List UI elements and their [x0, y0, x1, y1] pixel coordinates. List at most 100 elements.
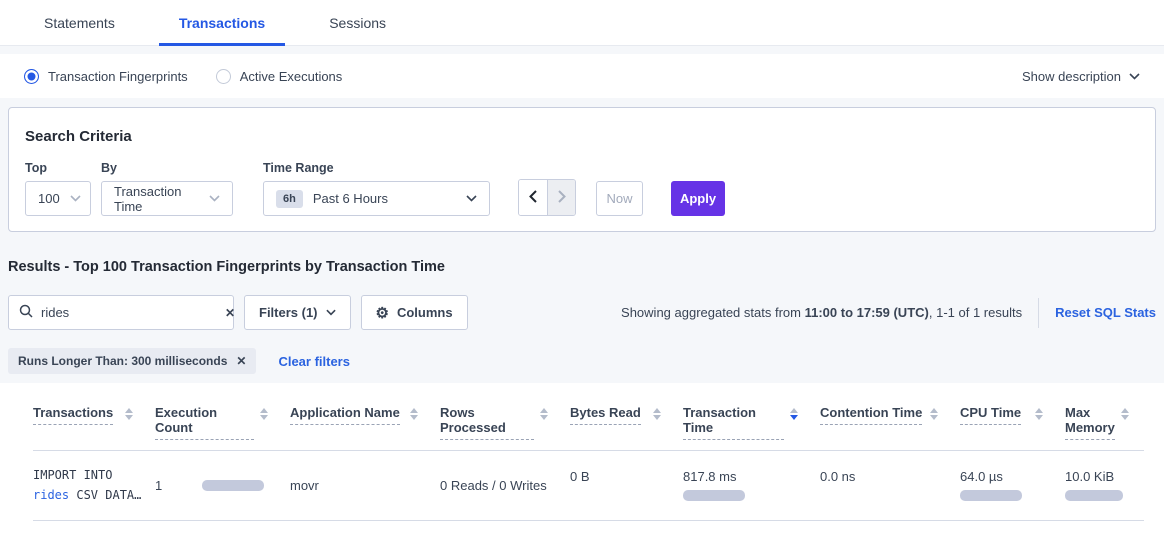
sort-desc-active-icon [790, 408, 798, 420]
sql-line1: IMPORT INTO [33, 468, 112, 482]
top-label: Top [25, 161, 91, 175]
top-select-value: 100 [38, 191, 60, 206]
top-tab-bar: Statements Transactions Sessions [0, 0, 1164, 46]
by-label: By [101, 161, 233, 175]
columns-button[interactable]: ⚙ Columns [361, 295, 468, 330]
by-select-value: Transaction Time [114, 184, 199, 214]
time-range-field: Time Range 6h Past 6 Hours [253, 161, 490, 216]
max-memory-bar [1065, 490, 1123, 501]
chevron-right-icon [558, 190, 566, 206]
remove-filter-icon[interactable]: ✕ [236, 354, 246, 368]
bytes-read-value: 0 B [570, 469, 590, 484]
stats-range: 11:00 to 17:59 (UTC) [805, 305, 929, 320]
rows-processed-value: 0 Reads / 0 Writes [440, 478, 547, 493]
radio-selected-icon [24, 69, 39, 84]
search-criteria-card: Search Criteria Top 100 By Transaction T… [8, 107, 1156, 232]
previous-time-button[interactable] [519, 180, 547, 215]
column-header-transaction-time[interactable]: Transaction Time [683, 405, 812, 440]
transactions-table: Transactions Execution Count Application… [33, 399, 1144, 521]
top-select[interactable]: 100 [25, 181, 91, 216]
contention-time-value: 0.0 ns [820, 469, 855, 484]
column-header-execution-count[interactable]: Execution Count [155, 405, 282, 440]
results-search-box: ✕ [8, 295, 234, 330]
transaction-time-value: 817.8 ms [683, 469, 736, 484]
execution-count-bar [202, 480, 264, 491]
sort-icon [1035, 408, 1043, 420]
sort-icon [125, 408, 133, 420]
results-controls-row: ✕ Filters (1) ⚙ Columns Showing aggregat… [8, 295, 1156, 330]
chevron-down-icon [1129, 73, 1140, 80]
time-range-value: Past 6 Hours [313, 191, 388, 206]
tab-transactions[interactable]: Transactions [159, 0, 285, 45]
column-header-application-name[interactable]: Application Name [290, 405, 432, 425]
vertical-divider [1038, 298, 1039, 328]
sql-rest: CSV DATA… [69, 488, 141, 502]
column-header-transactions[interactable]: Transactions [33, 405, 147, 425]
transaction-time-cell: 817.8 ms [683, 469, 812, 501]
column-header-bytes-read[interactable]: Bytes Read [570, 405, 675, 425]
stats-suffix: , 1-1 of 1 results [929, 305, 1022, 320]
radio-active-exec-label: Active Executions [240, 69, 343, 84]
stats-prefix: Showing aggregated stats from [621, 305, 805, 320]
sql-highlight: rides [33, 488, 69, 502]
chevron-down-icon [466, 195, 477, 202]
columns-button-label: Columns [397, 305, 453, 320]
tab-statements[interactable]: Statements [24, 0, 135, 45]
active-filters-row: Runs Longer Than: 300 milliseconds ✕ Cle… [8, 348, 1156, 374]
filter-pill: Runs Longer Than: 300 milliseconds ✕ [8, 348, 256, 374]
column-header-max-memory[interactable]: Max Memory [1065, 405, 1136, 440]
results-heading: Results - Top 100 Transaction Fingerprin… [8, 259, 1156, 275]
radio-unselected-icon [216, 69, 231, 84]
search-criteria-title: Search Criteria [25, 128, 1139, 145]
column-header-rows-processed[interactable]: Rows Processed [440, 405, 562, 440]
time-range-badge: 6h [276, 190, 303, 208]
clear-filters-link[interactable]: Clear filters [278, 354, 350, 369]
chevron-down-icon [326, 309, 336, 316]
show-description-label: Show description [1022, 69, 1121, 84]
now-button[interactable]: Now [596, 181, 643, 216]
cpu-time-value: 64.0 µs [960, 469, 1003, 484]
column-header-cpu-time[interactable]: CPU Time [960, 405, 1057, 425]
table-row: IMPORT INTO rides CSV DATA… 1 movr 0 Rea… [33, 451, 1144, 521]
by-select[interactable]: Transaction Time [101, 181, 233, 216]
filter-pill-label: Runs Longer Than: 300 milliseconds [18, 354, 227, 368]
chevron-left-icon [529, 190, 537, 206]
search-icon [19, 304, 33, 321]
tab-sessions[interactable]: Sessions [309, 0, 406, 45]
clear-search-icon[interactable]: ✕ [225, 306, 235, 320]
cpu-time-bar [960, 490, 1022, 501]
reset-sql-stats-link[interactable]: Reset SQL Stats [1055, 305, 1156, 320]
sort-icon [260, 408, 268, 420]
table-header-row: Transactions Execution Count Application… [33, 399, 1144, 451]
sort-icon [653, 408, 661, 420]
radio-active-executions[interactable]: Active Executions [216, 69, 343, 84]
radio-transaction-fingerprints[interactable]: Transaction Fingerprints [24, 69, 188, 84]
cpu-time-cell: 64.0 µs [960, 469, 1057, 501]
sort-icon [410, 408, 418, 420]
radio-fingerprints-label: Transaction Fingerprints [48, 69, 188, 84]
top-field: Top 100 [25, 161, 91, 216]
chevron-down-icon [70, 195, 81, 202]
max-memory-value: 10.0 KiB [1065, 469, 1114, 484]
transaction-fingerprint-link[interactable]: IMPORT INTO rides CSV DATA… [33, 465, 147, 506]
chevron-down-icon [209, 195, 220, 202]
search-input[interactable] [41, 305, 217, 320]
apply-button[interactable]: Apply [671, 181, 725, 216]
time-range-label: Time Range [263, 161, 490, 175]
view-toggle-strip: Transaction Fingerprints Active Executio… [0, 54, 1164, 98]
filters-button[interactable]: Filters (1) [244, 295, 351, 330]
time-nav-group [518, 179, 576, 216]
time-range-select[interactable]: 6h Past 6 Hours [263, 181, 490, 216]
execution-count-cell: 1 [155, 478, 282, 493]
results-table-section: Transactions Execution Count Application… [0, 383, 1164, 551]
view-radio-group: Transaction Fingerprints Active Executio… [24, 69, 342, 84]
transaction-time-bar [683, 490, 745, 501]
gear-icon: ⚙ [376, 304, 389, 322]
aggregated-stats-text: Showing aggregated stats from 11:00 to 1… [621, 305, 1022, 320]
by-field: By Transaction Time [101, 161, 233, 216]
show-description-toggle[interactable]: Show description [1022, 69, 1140, 84]
sort-icon [930, 408, 938, 420]
execution-count-value: 1 [155, 478, 162, 493]
column-header-contention-time[interactable]: Contention Time [820, 405, 952, 425]
next-time-button[interactable] [547, 180, 575, 215]
